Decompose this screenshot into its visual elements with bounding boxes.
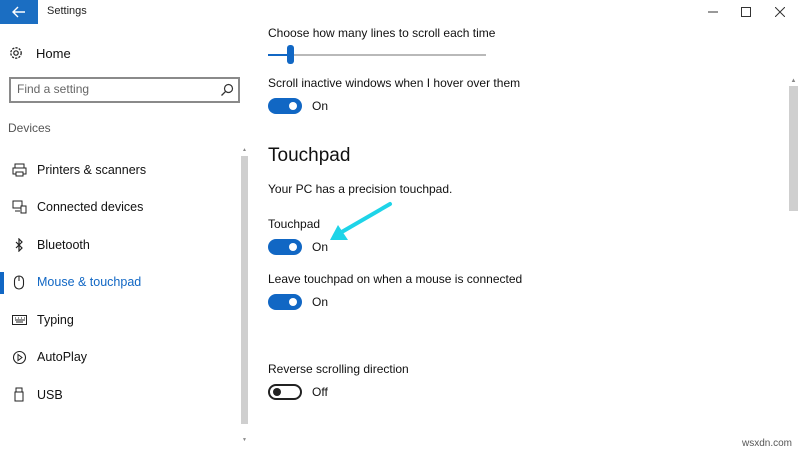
sidebar-item-typing[interactable]: Typing: [0, 301, 238, 339]
scroll-inactive-toggle[interactable]: [268, 98, 302, 114]
main-scroll-up-icon[interactable]: ▲: [789, 76, 798, 85]
home-label: Home: [36, 45, 71, 61]
scroll-inactive-label: Scroll inactive windows when I hover ove…: [268, 76, 521, 90]
gear-icon: [10, 47, 22, 59]
touchpad-heading: Touchpad: [268, 145, 351, 166]
search-input[interactable]: [17, 82, 207, 96]
close-icon: [775, 7, 785, 17]
annotation-arrow-icon: [330, 202, 392, 240]
usb-icon: [11, 387, 27, 403]
sidebar-nav: Printers & scanners Connected devices Bl…: [0, 151, 238, 414]
mouse-icon: [11, 274, 27, 290]
toggle-knob: [289, 102, 297, 110]
bluetooth-icon: [11, 237, 27, 253]
toggle-knob: [289, 243, 297, 251]
leave-touchpad-on-toggle-row: On: [268, 293, 328, 311]
reverse-scrolling-toggle-row: Off: [268, 383, 328, 401]
sidebar: Home Devices Printers & scanners Connect…: [0, 24, 250, 452]
sidebar-item-label: Bluetooth: [37, 237, 90, 252]
minimize-icon: [708, 11, 718, 13]
sidebar-item-usb[interactable]: USB: [0, 376, 238, 414]
maximize-icon: [741, 7, 751, 17]
sidebar-item-connected-devices[interactable]: Connected devices: [0, 189, 238, 227]
minimize-button[interactable]: [696, 0, 730, 24]
keyboard-icon: [11, 312, 27, 328]
leave-touchpad-on-toggle[interactable]: [268, 294, 302, 310]
search-box[interactable]: [9, 77, 240, 103]
scroll-inactive-state: On: [312, 99, 329, 113]
touchpad-toggle-row: On: [268, 238, 328, 256]
sidebar-item-label: Connected devices: [37, 200, 144, 215]
scroll-lines-label: Choose how many lines to scroll each tim…: [268, 26, 496, 40]
precision-touchpad-text: Your PC has a precision touchpad.: [268, 182, 453, 196]
sidebar-item-label: Typing: [37, 312, 74, 327]
reverse-scrolling-toggle[interactable]: [268, 384, 302, 400]
reverse-scrolling-state: Off: [312, 385, 328, 399]
sidebar-item-mouse-touchpad[interactable]: Mouse & touchpad: [0, 264, 238, 302]
maximize-button[interactable]: [729, 0, 763, 24]
section-label-devices: Devices: [8, 121, 51, 135]
scroll-lines-slider-track[interactable]: [268, 54, 486, 56]
sidebar-item-label: Mouse & touchpad: [37, 275, 142, 290]
sidebar-item-printers[interactable]: Printers & scanners: [0, 151, 238, 189]
touchpad-toggle[interactable]: [268, 239, 302, 255]
leave-touchpad-on-state: On: [312, 295, 329, 309]
toggle-knob: [273, 388, 281, 396]
toggle-knob: [289, 298, 297, 306]
sidebar-item-bluetooth[interactable]: Bluetooth: [0, 226, 238, 264]
sidebar-item-label: USB: [37, 387, 63, 402]
active-indicator: [0, 271, 4, 294]
sidebar-scroll-up-icon[interactable]: ▲: [241, 146, 248, 154]
back-arrow-icon: [12, 6, 25, 18]
connected-devices-icon: [11, 199, 27, 215]
sidebar-item-home[interactable]: Home: [8, 44, 71, 62]
window-title: Settings: [47, 5, 87, 17]
search-icon: [221, 83, 234, 96]
printer-icon: [11, 162, 27, 178]
sidebar-item-label: AutoPlay: [37, 350, 88, 365]
reverse-scrolling-label: Reverse scrolling direction: [268, 362, 409, 376]
close-button[interactable]: [763, 0, 797, 24]
sidebar-item-label: Printers & scanners: [37, 162, 147, 177]
sidebar-scroll-down-icon[interactable]: ▼: [241, 436, 248, 444]
leave-touchpad-on-label: Leave touchpad on when a mouse is connec…: [268, 272, 523, 286]
autoplay-icon: [11, 349, 27, 365]
watermark: wsxdn.com: [742, 438, 793, 449]
sidebar-item-autoplay[interactable]: AutoPlay: [0, 339, 238, 377]
back-button[interactable]: [0, 0, 38, 24]
scroll-lines-slider-thumb[interactable]: [287, 45, 294, 64]
scroll-inactive-toggle-row: On: [268, 97, 328, 115]
main-scrollbar[interactable]: [789, 86, 798, 211]
touchpad-label: Touchpad: [268, 217, 321, 231]
title-bar: Settings: [0, 0, 800, 24]
sidebar-scrollbar[interactable]: [241, 156, 248, 424]
